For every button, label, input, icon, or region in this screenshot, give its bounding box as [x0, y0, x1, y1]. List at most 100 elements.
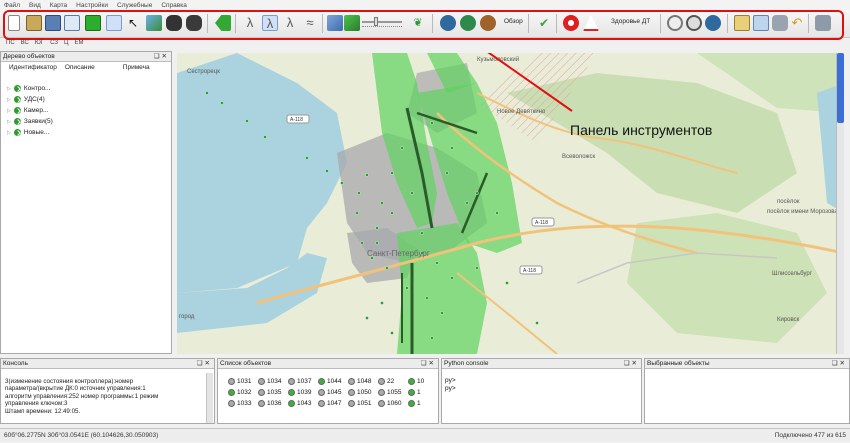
object-id: 1055 [387, 389, 402, 396]
add-circle-icon[interactable] [667, 15, 683, 31]
green-route-icon[interactable] [344, 15, 360, 31]
python-output[interactable]: py> py> [445, 377, 456, 393]
tree-item[interactable]: ▷ Камер... [7, 107, 48, 114]
menu-service[interactable]: Служебные [117, 2, 152, 9]
new-file-icon[interactable] [8, 15, 20, 31]
binoculars-search-icon[interactable] [186, 15, 202, 31]
wand-icon[interactable]: ❦ [410, 15, 426, 31]
console-line: алгоритм управления:252 номер программы:… [5, 392, 159, 400]
status-dot-icon [318, 400, 325, 407]
document-icon[interactable] [734, 15, 750, 31]
expand-arrow-icon[interactable]: ▷ [7, 130, 11, 136]
object-cell[interactable]: 1050 [348, 389, 371, 396]
object-cell[interactable]: 1039 [288, 389, 311, 396]
object-cell[interactable]: 1045 [318, 389, 341, 396]
region-yug[interactable]: ЮГ [35, 40, 44, 46]
save-icon[interactable] [45, 15, 61, 31]
expand-arrow-icon[interactable]: ▷ [7, 86, 11, 92]
globe-add-icon[interactable] [705, 15, 721, 31]
globe-green-icon[interactable] [460, 15, 476, 31]
region-em[interactable]: ЕМ [74, 40, 83, 46]
tree-item[interactable]: ▷ УДС(4) [7, 96, 45, 103]
menu-file[interactable]: Файл [4, 2, 20, 9]
side-panel-toggle[interactable] [837, 53, 844, 123]
stop-sign-icon[interactable] [563, 15, 579, 31]
object-cell[interactable]: 1032 [228, 389, 251, 396]
menu-settings[interactable]: Настройки [76, 2, 108, 9]
map-canvas[interactable]: Сестрорецк Кузьмоловский Новое Девяткино… [177, 53, 844, 354]
object-cell[interactable]: 22 [378, 378, 394, 385]
object-cell[interactable]: 1 [408, 400, 421, 407]
object-cell[interactable]: 1055 [378, 389, 401, 396]
binoculars-icon[interactable] [166, 15, 182, 31]
edit-icon[interactable] [64, 15, 80, 31]
path-tool-icon[interactable]: λ [242, 15, 258, 31]
object-id: 1050 [357, 389, 372, 396]
object-cell[interactable]: 1037 [288, 378, 311, 385]
menu-map[interactable]: Карта [50, 2, 67, 9]
path-edit-icon[interactable]: ≈ [302, 15, 318, 31]
status-dot-icon [348, 378, 355, 385]
object-cell[interactable]: 1051 [348, 400, 371, 407]
region-vs[interactable]: ВС [21, 40, 29, 46]
region-c[interactable]: Ц [64, 40, 68, 46]
hand-pan-icon[interactable] [106, 15, 122, 31]
menu-help[interactable]: Справка [161, 2, 187, 9]
wand-green-icon[interactable]: ✔ [536, 15, 552, 31]
region-sz[interactable]: СЗ [50, 40, 58, 46]
object-cell[interactable]: 1060 [378, 400, 401, 407]
col-note[interactable]: Примеча [123, 64, 150, 74]
health-dt-button[interactable]: Здоровье ДТ [611, 18, 650, 25]
open-folder-icon[interactable] [26, 15, 42, 31]
map-label-sestroretsk: Сестрорецк [187, 69, 220, 75]
console-scrollbar[interactable] [206, 373, 213, 423]
col-desc[interactable]: Описание [65, 64, 95, 74]
object-cell[interactable]: 1047 [318, 400, 341, 407]
zoom-slider-handle[interactable] [374, 17, 378, 26]
globe-icon[interactable] [440, 15, 456, 31]
car-icon[interactable] [815, 15, 831, 31]
object-cell[interactable]: 1048 [348, 378, 371, 385]
toolbar-separator [432, 14, 433, 33]
globe-brown-icon[interactable] [480, 15, 496, 31]
route-icon[interactable] [327, 15, 343, 31]
panel-buttons[interactable]: ❏✕ [832, 359, 847, 367]
zoom-slider-track[interactable] [362, 21, 402, 23]
warning-triangle-icon[interactable] [583, 15, 599, 31]
chart-icon[interactable] [753, 15, 769, 31]
object-cell[interactable]: 1036 [258, 400, 281, 407]
object-cell[interactable]: 1043 [288, 400, 311, 407]
undo-icon[interactable]: ↶ [789, 15, 805, 31]
object-cell[interactable]: 1033 [228, 400, 251, 407]
col-id[interactable]: Идентификатор [9, 64, 57, 74]
map-layer-icon[interactable] [146, 15, 162, 31]
overview-button[interactable]: Обзор [504, 18, 523, 25]
green-tag-icon[interactable] [215, 15, 231, 31]
object-cell[interactable]: 1044 [318, 378, 341, 385]
path-remove-icon[interactable]: λ [282, 15, 298, 31]
tree-item[interactable]: ▷ Новые... [7, 129, 49, 136]
tree-item[interactable]: ▷ Контро... [7, 85, 50, 92]
home-icon[interactable] [772, 15, 788, 31]
add-node-icon[interactable] [686, 15, 702, 31]
tree-item[interactable]: ▷ Заявки(5) [7, 118, 53, 125]
object-cell[interactable]: 1035 [258, 389, 281, 396]
object-cell[interactable]: 1 [408, 389, 421, 396]
expand-arrow-icon[interactable]: ▷ [7, 97, 11, 103]
panel-buttons[interactable]: ❏✕ [197, 359, 212, 367]
object-cell[interactable]: 10 [408, 378, 424, 385]
expand-arrow-icon[interactable]: ▷ [7, 119, 11, 125]
map-side-scrollbar[interactable] [836, 53, 844, 354]
panel-buttons[interactable]: ❏✕ [154, 52, 169, 60]
expand-arrow-icon[interactable]: ▷ [7, 108, 11, 114]
panel-buttons[interactable]: ❏✕ [421, 359, 436, 367]
panel-buttons[interactable]: ❏✕ [624, 359, 639, 367]
map-view[interactable]: Сестрорецк Кузьмоловский Новое Девяткино… [177, 53, 844, 354]
green-square-icon[interactable] [85, 15, 101, 31]
region-ps[interactable]: ПС [6, 40, 15, 46]
path-add-icon[interactable]: λ [262, 15, 278, 31]
pointer-icon[interactable]: ↖ [125, 15, 141, 31]
menu-view[interactable]: Вид [29, 2, 41, 9]
object-cell[interactable]: 1034 [258, 378, 281, 385]
object-cell[interactable]: 1031 [228, 378, 251, 385]
